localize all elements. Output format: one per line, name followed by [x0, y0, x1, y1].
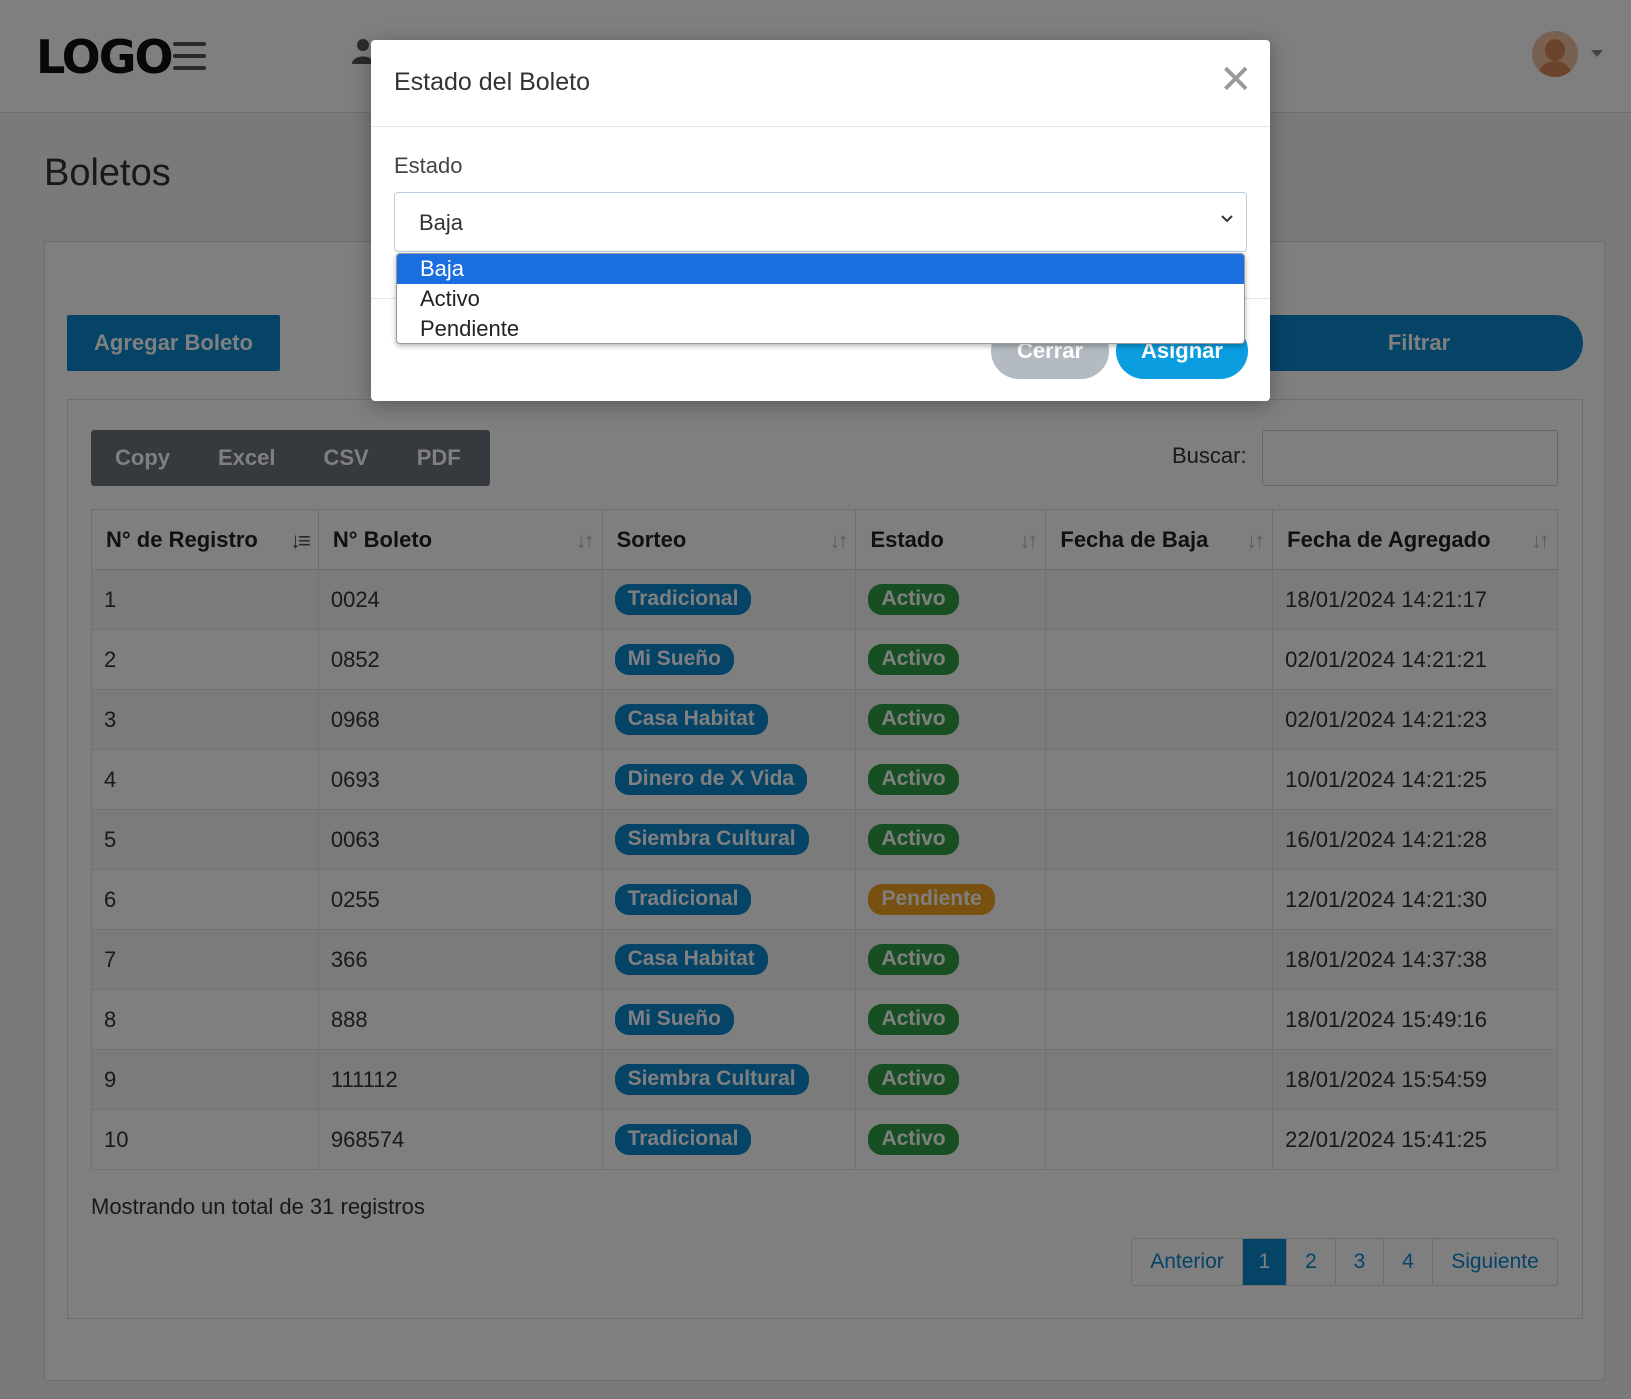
status-select[interactable]: Baja	[394, 192, 1247, 252]
status-option-pendiente[interactable]: Pendiente	[397, 314, 1244, 343]
chevron-down-icon	[1221, 215, 1233, 223]
status-modal: Estado del Boleto ✕ Estado Baja Cerrar A…	[371, 40, 1270, 401]
modal-header: Estado del Boleto ✕	[371, 40, 1270, 127]
status-option-baja[interactable]: Baja	[397, 254, 1244, 284]
status-field-label: Estado	[394, 153, 463, 178]
modal-title: Estado del Boleto	[394, 68, 590, 96]
close-icon[interactable]: ✕	[1219, 60, 1253, 100]
status-options-list: Baja Activo Pendiente	[396, 253, 1245, 344]
status-option-activo[interactable]: Activo	[397, 284, 1244, 314]
status-select-value: Baja	[419, 210, 464, 235]
